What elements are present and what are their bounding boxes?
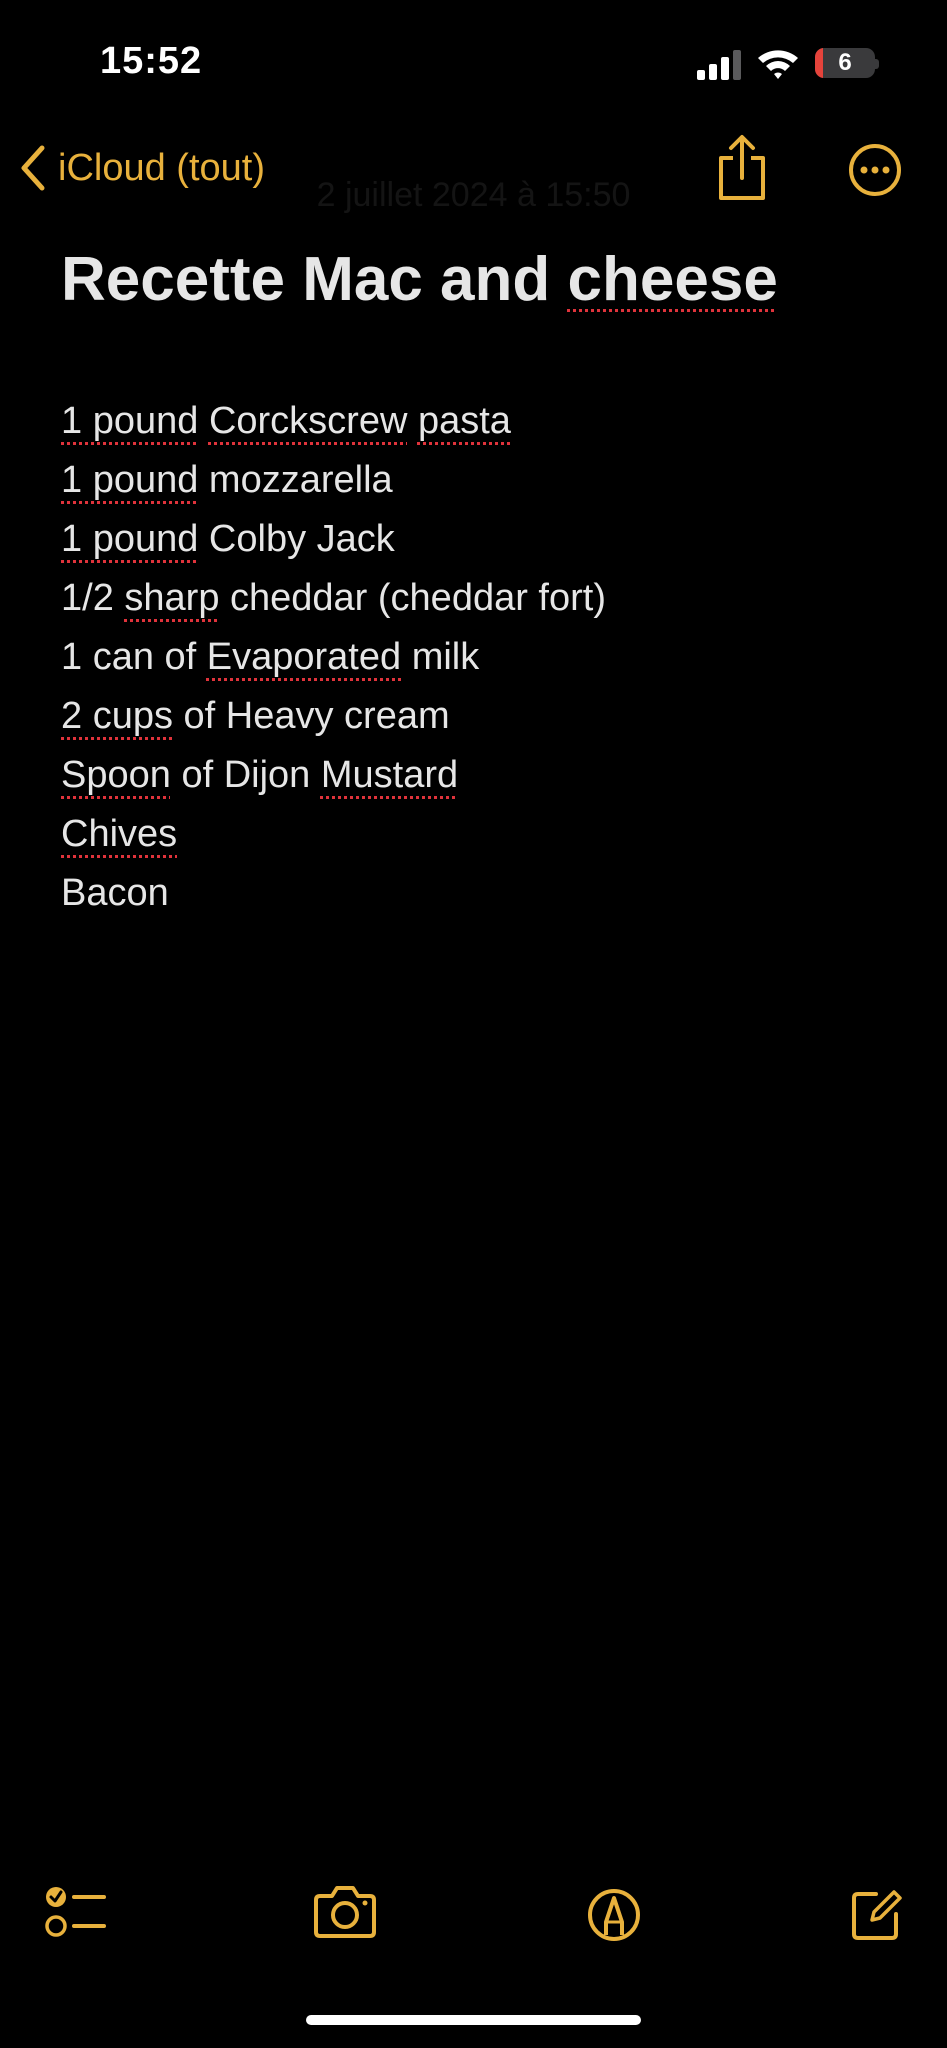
status-time: 15:52 [100,40,203,82]
ingredient-line[interactable]: 2 cups of Heavy cream [61,687,606,746]
misspelled-word: Spoon [61,754,171,796]
ingredient-text: of Heavy cream [172,695,450,737]
chevron-left-icon [21,145,45,191]
ingredient-line[interactable]: Bacon [61,864,606,923]
misspelled-word: sharp [124,577,220,619]
ingredient-text: Colby Jack [198,518,395,560]
wifi-icon [758,50,798,79]
ellipsis-circle-icon [849,144,901,196]
camera-icon [314,1886,376,1938]
ingredient-text: 1/2 [61,577,125,619]
back-button[interactable]: iCloud (tout) [18,138,265,198]
ingredient-line[interactable]: 1 can of Evaporated milk [61,628,606,687]
note-title[interactable]: Recette Mac and cheese [61,244,778,315]
misspelled-word: Corckscrew [208,400,408,442]
cellular-signal-icon [697,50,741,80]
home-indicator[interactable] [306,2015,641,2025]
ingredient-list[interactable]: 1 pound Corckscrew pasta 1 pound mozzare… [61,392,606,923]
ingredient-text [407,400,418,442]
title-text: Recette Mac and [61,245,568,314]
markup-button[interactable] [586,1870,642,1960]
checklist-icon [45,1887,106,1937]
share-button[interactable] [716,132,768,204]
misspelled-word: 1 pound [61,459,199,501]
battery-tip [875,59,879,69]
battery-indicator: 6 [815,48,875,78]
ingredient-text: milk [401,636,480,678]
misspelled-word: 1 pound [61,518,199,560]
misspelled-word: pasta [417,400,511,442]
share-icon [719,135,765,200]
checklist-button[interactable] [44,1870,108,1960]
ingredient-text: Bacon [61,872,169,914]
more-button[interactable] [848,143,902,197]
ingredient-line[interactable]: 1 pound Colby Jack [61,510,606,569]
battery-level-label: 6 [838,49,852,76]
pen-tip-circle-icon [588,1889,640,1941]
ingredient-text: 1 can of [61,636,207,678]
ingredient-line[interactable]: 1 pound mozzarella [61,451,606,510]
ingredient-text: cheddar (cheddar fort) [219,577,606,619]
misspelled-word: 2 cups [61,695,173,737]
back-button-label: iCloud (tout) [58,146,265,189]
misspelled-word: Mustard [320,754,459,796]
title-misspelled-word: cheese [567,245,778,314]
ingredient-line[interactable]: Spoon of Dijon Mustard [61,746,606,805]
misspelled-word: Chives [61,813,178,855]
navigation-bar: 2 juillet 2024 à 15:50 iCloud (tout) [0,120,947,220]
status-bar: 15:52 6 [0,0,947,110]
camera-button[interactable] [312,1870,378,1960]
ingredient-text: of Dijon [170,754,321,796]
ingredient-text: mozzarella [198,459,393,501]
ingredient-line[interactable]: Chives [61,805,606,864]
ingredient-line[interactable]: 1 pound Corckscrew pasta [61,392,606,451]
compose-button[interactable] [848,1870,904,1960]
bottom-toolbar [0,1870,947,1960]
compose-icon [852,1890,902,1940]
misspelled-word: Evaporated [206,636,402,678]
ingredient-line[interactable]: 1/2 sharp cheddar (cheddar fort) [61,569,606,628]
ingredient-text [198,400,209,442]
misspelled-word: 1 pound [61,400,199,442]
